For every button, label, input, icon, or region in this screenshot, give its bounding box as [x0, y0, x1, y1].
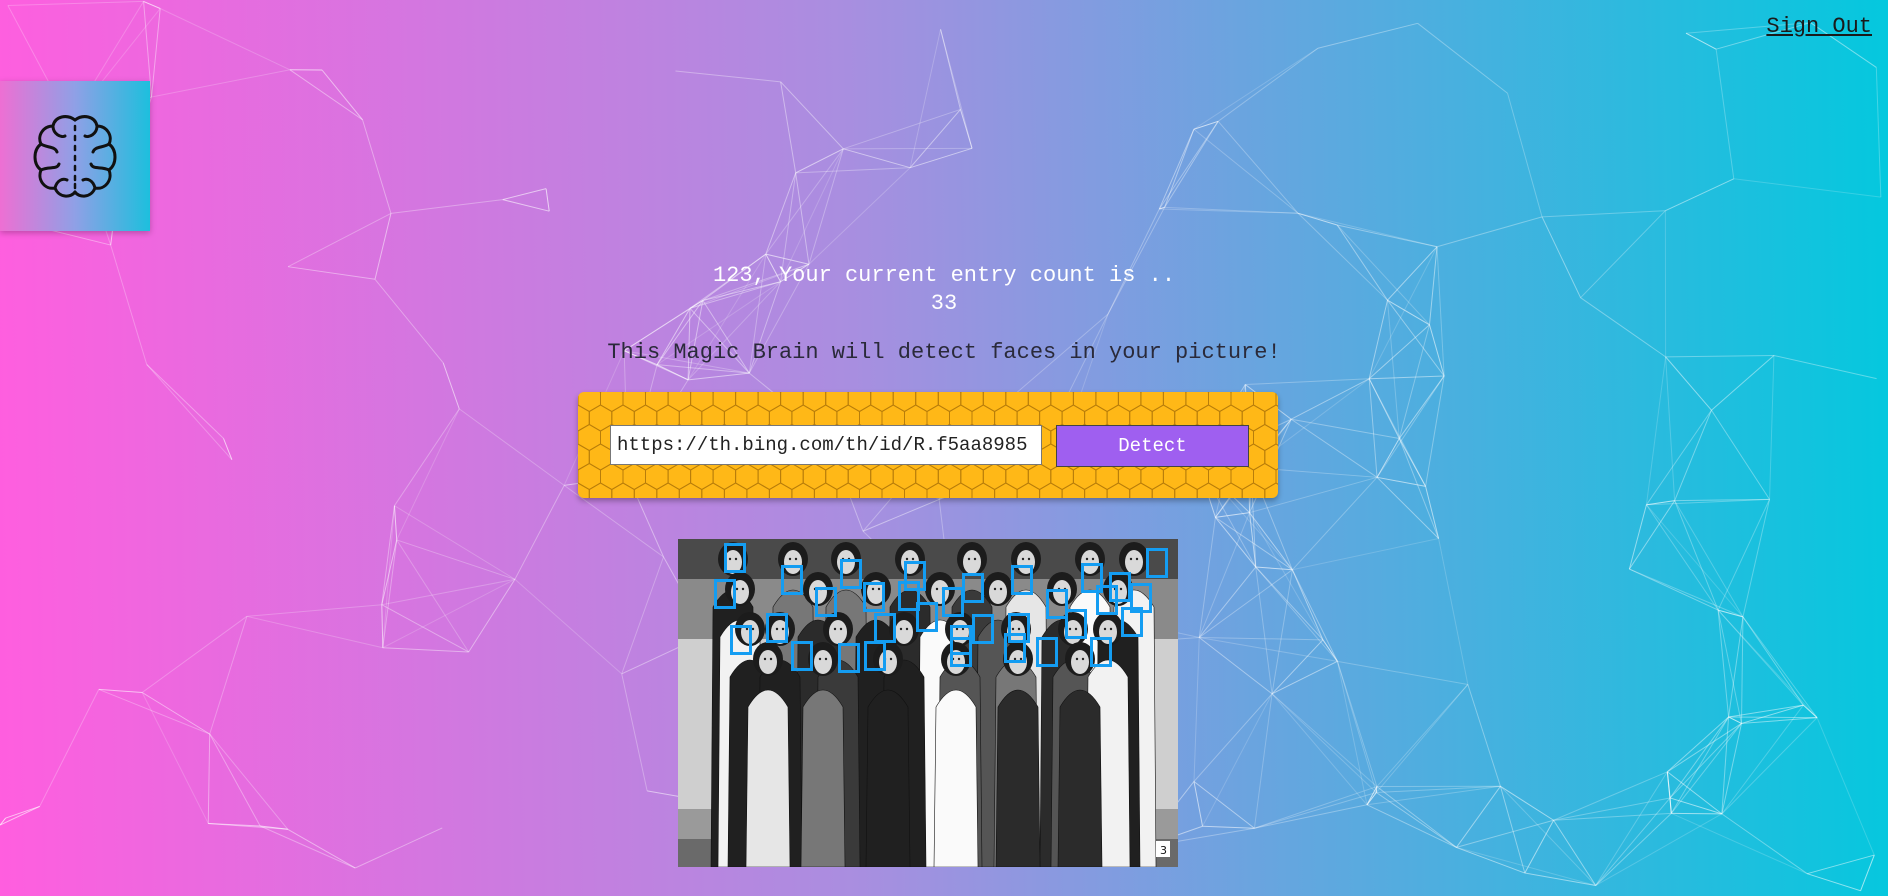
face-box	[904, 561, 926, 591]
entry-count: 33	[930, 291, 958, 316]
face-box	[1146, 548, 1168, 578]
face-box	[1130, 583, 1152, 613]
brain-icon	[33, 115, 117, 198]
detect-button[interactable]: Detect	[1056, 425, 1249, 467]
face-box	[724, 543, 746, 573]
image-url-input[interactable]	[610, 425, 1042, 465]
sign-out-link[interactable]: Sign Out	[1766, 14, 1872, 39]
face-box	[962, 573, 984, 603]
face-box	[714, 579, 736, 609]
face-box	[972, 614, 994, 644]
logo-tile[interactable]	[0, 81, 150, 231]
face-box	[942, 587, 964, 617]
face-box	[1090, 637, 1112, 667]
face-box	[1011, 565, 1033, 595]
face-box	[916, 602, 938, 632]
tagline: This Magic Brain will detect faces in yo…	[607, 340, 1281, 365]
image-url-form: Detect	[578, 392, 1278, 498]
face-box	[1109, 572, 1131, 602]
face-box	[766, 613, 788, 643]
face-box	[864, 641, 886, 671]
face-box	[838, 643, 860, 673]
face-box	[1065, 609, 1087, 639]
face-box	[815, 587, 837, 617]
face-box	[781, 565, 803, 595]
face-box	[874, 613, 896, 643]
face-box	[950, 637, 972, 667]
greeting-line: 123, Your current entry count is ..	[712, 263, 1176, 288]
face-box	[791, 641, 813, 671]
face-box	[730, 625, 752, 655]
face-box	[863, 582, 885, 612]
face-box	[1036, 637, 1058, 667]
face-box	[840, 559, 862, 589]
photo-page-number: 3	[1160, 844, 1167, 857]
face-box	[1004, 633, 1026, 663]
entry-count-message: 123, Your current entry count is .. 33	[0, 262, 1888, 318]
